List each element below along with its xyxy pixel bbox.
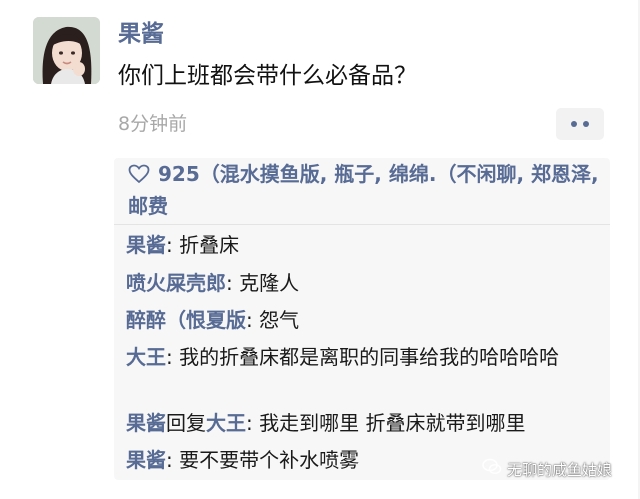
comment-text: : 折叠床: [166, 233, 240, 257]
comment-text: : 要不要带个补水喷雾: [166, 448, 360, 472]
more-button[interactable]: [556, 108, 604, 140]
comment-item[interactable]: 果酱: 折叠床: [126, 230, 600, 261]
comment-author[interactable]: 大王: [126, 345, 166, 369]
comment-item[interactable]: 喷火屎壳郎: 克隆人: [126, 268, 600, 299]
comment-author[interactable]: 果酱: [126, 233, 166, 257]
comment-text: : 我走到哪里 折叠床就带到哪里: [246, 411, 526, 435]
comment-item[interactable]: 大王: 我的折叠床都是离职的同事给我的哈哈哈哈: [126, 342, 600, 373]
reply-target[interactable]: 大王: [206, 411, 246, 435]
post-timestamp: 8分钟前: [118, 113, 188, 135]
watermark-text: 无聊的咸鱼姑娘: [507, 460, 613, 479]
comment-author[interactable]: 醉醉（恨夏版: [126, 308, 246, 332]
more-dots-icon: [571, 121, 589, 127]
comment-item[interactable]: 醉醉（恨夏版: 怨气: [126, 305, 600, 336]
comment-author[interactable]: 果酱: [126, 448, 166, 472]
divider: [114, 224, 610, 225]
post-text: 你们上班都会带什么必备品？: [118, 63, 417, 89]
comment-item[interactable]: 果酱回复大王: 我走到哪里 折叠床就带到哪里: [126, 408, 600, 439]
comment-author[interactable]: 果酱: [126, 411, 166, 435]
comment-text: : 怨气: [246, 308, 300, 332]
post-author-name[interactable]: 果酱: [118, 18, 164, 50]
watermark: 无聊的咸鱼姑娘: [482, 458, 612, 481]
likes-count: 925: [158, 162, 200, 186]
comment-author[interactable]: 喷火屎壳郎: [126, 271, 226, 295]
heart-outline-icon: [128, 163, 150, 192]
wechat-logo-icon: [482, 458, 502, 481]
interaction-panel: 925（混水摸鱼版, 瓶子, 绵绵.（不闲聊, 郑恩泽, 邮费 果酱: 折叠床 …: [114, 158, 610, 480]
comment-text: : 克隆人: [226, 271, 300, 295]
comment-text: : 我的折叠床都是离职的同事给我的哈哈哈哈: [166, 345, 560, 369]
reply-word: 回复: [166, 411, 206, 435]
avatar[interactable]: [33, 17, 100, 84]
likes-row: 925（混水摸鱼版, 瓶子, 绵绵.（不闲聊, 郑恩泽, 邮费: [128, 160, 600, 221]
